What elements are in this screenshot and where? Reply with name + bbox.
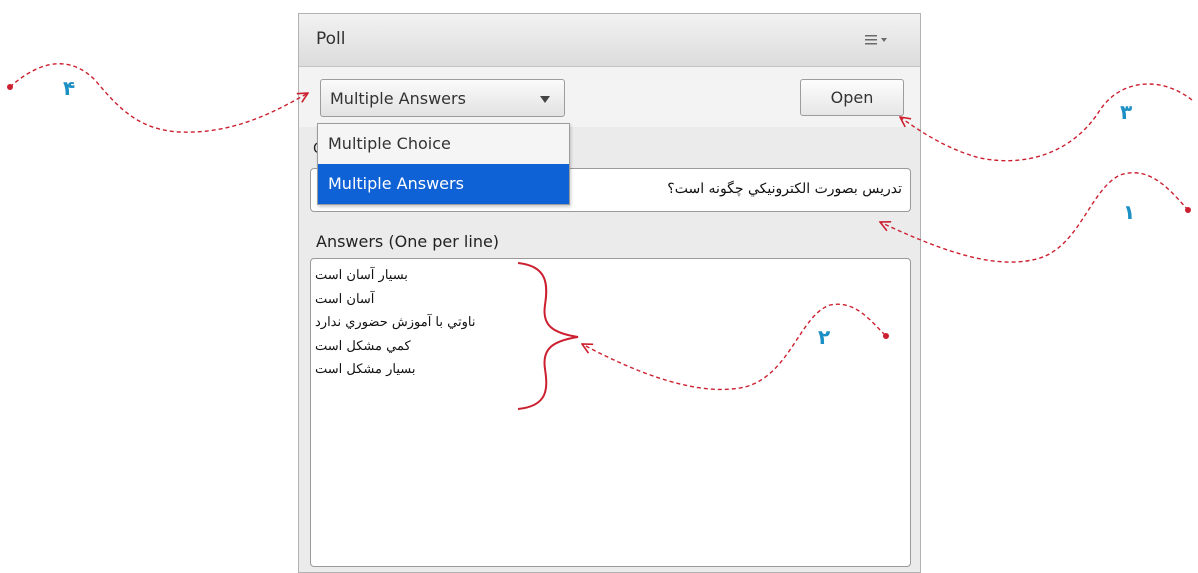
annotation-dot: [1185, 207, 1191, 213]
annotation-arrow-3: [900, 83, 1193, 162]
annotation-dot: [7, 84, 13, 90]
callout-4: ۴: [63, 76, 76, 100]
annotation-arrow-4: [9, 63, 308, 133]
annotation-brace: [517, 262, 579, 410]
annotation-dot: [883, 333, 889, 339]
callout-1: ۱: [1123, 200, 1136, 224]
annotation-arrow-2: [582, 303, 886, 391]
callout-2: ۲: [818, 325, 831, 349]
callout-3: ۳: [1120, 100, 1133, 124]
annotation-overlay: [7, 63, 1193, 410]
annotation-arrow-1: [880, 172, 1189, 263]
